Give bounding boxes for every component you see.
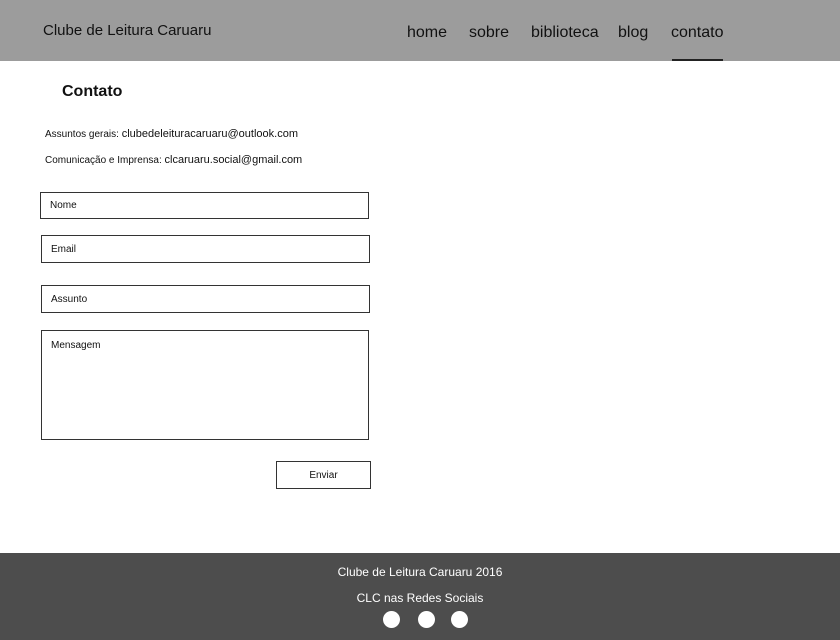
contact-press-label: Comunicação e Imprensa:	[45, 155, 162, 166]
subject-input[interactable]	[41, 285, 370, 313]
footer-social-title: CLC nas Redes Sociais	[356, 591, 484, 605]
contact-press-email: clcaruaru.social@gmail.com	[164, 154, 303, 166]
site-brand-link[interactable]: Clube de Leitura Caruaru	[43, 22, 211, 39]
site-footer: Clube de Leitura Caruaru 2016 CLC nas Re…	[0, 553, 840, 640]
nav-sobre[interactable]: sobre	[469, 24, 509, 42]
nav-contato[interactable]: contato	[671, 24, 723, 42]
nav-active-indicator	[672, 59, 723, 61]
social-icon[interactable]	[418, 611, 435, 628]
site-header: Clube de Leitura Caruaru home sobre bibl…	[0, 0, 840, 61]
email-input[interactable]	[41, 235, 370, 263]
contact-general-email: clubedeleituracaruaru@outlook.com	[121, 128, 298, 140]
contact-press: Comunicação e Imprensa: clcaruaru.social…	[45, 154, 302, 166]
footer-copyright: Clube de Leitura Caruaru 2016	[337, 565, 503, 579]
nav-blog[interactable]: blog	[618, 24, 648, 42]
name-input[interactable]	[40, 192, 369, 219]
nav-home[interactable]: home	[407, 24, 447, 42]
contact-general: Assuntos gerais: clubedeleituracaruaru@o…	[45, 128, 298, 140]
nav-biblioteca[interactable]: biblioteca	[531, 24, 599, 42]
message-textarea[interactable]	[41, 330, 369, 440]
social-icon[interactable]	[383, 611, 400, 628]
send-button[interactable]: Enviar	[276, 461, 371, 489]
contact-general-label: Assuntos gerais:	[45, 129, 119, 140]
social-icon[interactable]	[451, 611, 468, 628]
page-title: Contato	[62, 83, 123, 100]
